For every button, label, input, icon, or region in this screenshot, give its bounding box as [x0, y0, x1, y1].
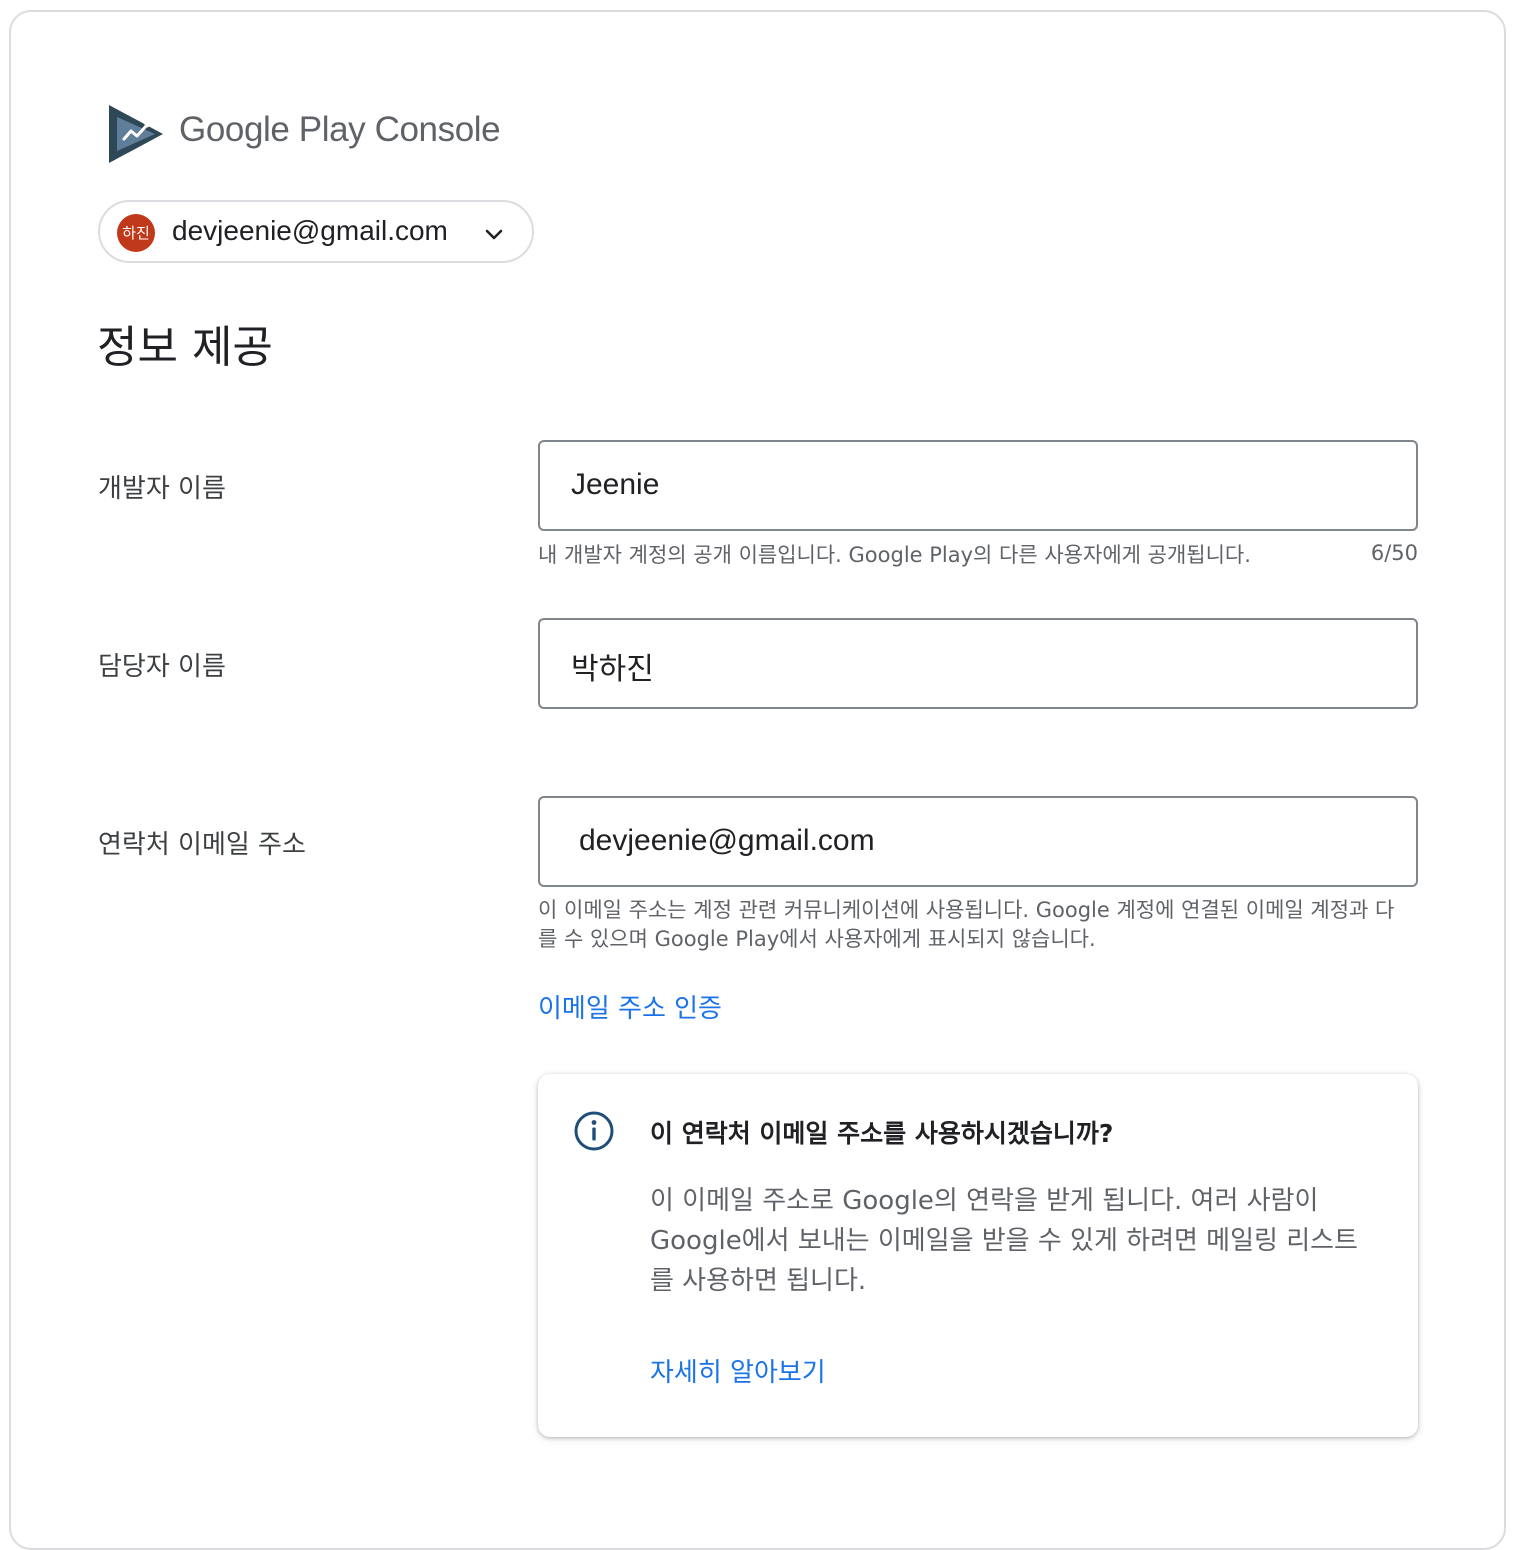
chevron-down-icon: [485, 229, 503, 240]
contact-name-value: 박하진: [571, 653, 654, 686]
verify-email-link[interactable]: 이메일 주소 인증: [538, 988, 722, 1025]
contact-email-helper: 이 이메일 주소는 계정 관련 커뮤니케이션에 사용됩니다. Google 계정…: [538, 898, 1395, 951]
brand-google-play: Google Play: [179, 110, 366, 149]
brand-console: Console: [374, 110, 501, 149]
developer-name-label: 개발자 이름: [98, 474, 226, 504]
info-card: 이 연락처 이메일 주소를 사용하시겠습니까? 이 이메일 주소로 Google…: [538, 1074, 1418, 1437]
avatar: 하진: [117, 214, 155, 252]
contact-email-label: 연락처 이메일 주소: [98, 830, 306, 860]
contact-email-value: devjeenie@gmail.com: [579, 824, 875, 857]
developer-name-helper: 내 개발자 계정의 공개 이름입니다. Google Play의 다른 사용자에…: [538, 543, 1251, 567]
developer-name-value: Jeenie: [571, 468, 660, 501]
brand-title: Google Play Console: [179, 110, 501, 150]
page-title: 정보 제공: [97, 322, 273, 373]
info-icon: [574, 1111, 614, 1151]
info-card-body: 이 이메일 주소로 Google의 연락을 받게 됩니다. 여러 사람이 Goo…: [650, 1186, 1358, 1296]
account-switcher-button[interactable]: 하진 devjeenie@gmail.com: [98, 200, 534, 263]
contact-email-input[interactable]: devjeenie@gmail.com: [538, 796, 1418, 887]
contact-name-label: 담당자 이름: [98, 652, 226, 682]
info-card-title: 이 연락처 이메일 주소를 사용하시겠습니까?: [650, 1119, 1114, 1148]
play-console-logo-icon: [109, 105, 163, 163]
developer-name-input[interactable]: Jeenie: [538, 440, 1418, 531]
learn-more-link[interactable]: 자세히 알아보기: [650, 1352, 826, 1389]
account-email: devjeenie@gmail.com: [172, 215, 448, 246]
contact-name-input[interactable]: 박하진: [538, 618, 1418, 709]
developer-name-counter: 6/50: [1370, 541, 1418, 565]
